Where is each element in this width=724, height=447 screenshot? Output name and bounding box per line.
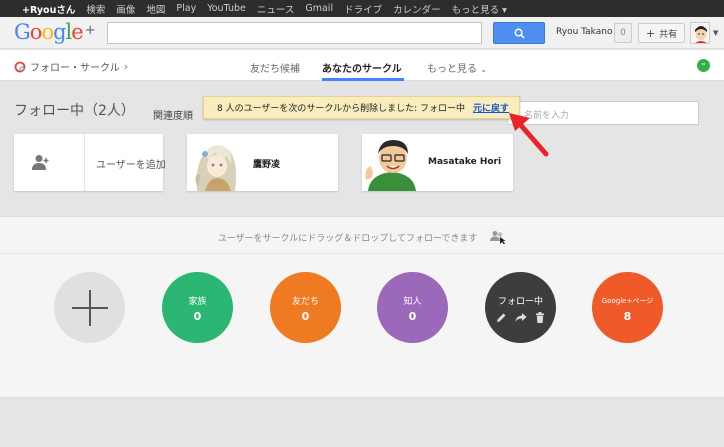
tab-more-label: もっと見る [427,64,477,75]
breadcrumb[interactable]: フォロー・サークル › [14,59,128,74]
sort-dropdown-label: 関連度順 [153,111,193,122]
person-card[interactable]: 鷹野凌 [187,134,338,191]
circles-drop-area: ユーザーをサークルにドラッグ＆ドロップしてフォローできます 家族 0 友だち 0… [0,216,724,398]
tab-your-circles[interactable]: あなたのサークル [322,60,402,75]
circle-name: 家族 [188,297,207,307]
person-avatar [187,134,245,191]
topbar-item-calendar[interactable]: カレンダー [393,2,441,16]
circle-name: フォロー中 [497,297,543,307]
tab-more[interactable]: もっと見る ⌄ [427,60,487,75]
circle-name: Google+ページ [601,297,654,305]
plus-icon-vertical [89,290,91,326]
search-input[interactable] [107,22,482,44]
share-button[interactable]: + 共有 [638,23,685,43]
topbar-item-images[interactable]: 画像 [116,2,135,16]
circle-friends[interactable]: 友だち 0 [270,272,341,343]
logo-plus: + [84,23,96,38]
add-user-card[interactable]: ユーザーを追加 [14,134,166,191]
circle-count: 0 [193,310,202,323]
user-name[interactable]: Ryou Takano [556,27,612,37]
share-arrow-icon[interactable] [515,312,527,323]
breadcrumb-label: フォロー・サークル [30,63,120,74]
circle-count: 0 [408,310,417,323]
search-button[interactable] [493,22,545,44]
card-divider [84,134,85,191]
topbar-item-search[interactable]: 検索 [86,2,105,16]
chevron-right-icon: › [123,60,129,73]
share-label: 共有 [659,29,678,40]
create-circle-button[interactable] [54,272,125,343]
sort-dropdown[interactable]: 関連度順 [153,107,193,122]
circle-tools [485,312,556,323]
account-menu-caret-icon[interactable]: ▼ [713,29,718,37]
circle-following[interactable]: フォロー中 [485,272,556,343]
undo-toast: 8 人のユーザーを次のサークルから削除しました: フォロー中 元に戻す [203,96,520,119]
hangouts-icon[interactable]: " [697,59,710,72]
page-title: フォロー中（2人） [14,103,135,119]
topbar-item-youtube[interactable]: YouTube [207,3,246,14]
topbar-item-news[interactable]: ニュース [257,2,295,16]
pencil-icon[interactable] [496,312,507,323]
avatar-image [691,23,709,43]
circle-name: 友だち [291,297,319,307]
toast-message: 8 人のユーザーを次のサークルから削除しました: フォロー中 [217,104,466,114]
page-background [0,398,724,447]
person-name: Masatake Hori [428,157,502,167]
sub-navigation: フォロー・サークル › 友だち候補 あなたのサークル もっと見る ⌄ " [0,50,724,81]
add-user-label: ユーザーを追加 [96,160,166,171]
search-icon [514,28,525,39]
active-tab-indicator [322,78,404,81]
person-name: 鷹野凌 [253,160,281,170]
circle-family[interactable]: 家族 0 [162,272,233,343]
drop-hint-text: ユーザーをサークルにドラッグ＆ドロップしてフォローできます [217,234,478,244]
divider [0,253,724,254]
person-card[interactable]: Masatake Hori [362,134,513,191]
circle-count: 8 [623,310,632,323]
plus-icon: + [645,26,656,40]
topbar-item-profile[interactable]: +Ryouさん [22,2,75,16]
circle-name: 知人 [403,297,422,307]
circle-google-pages[interactable]: Google+ページ 8 [592,272,663,343]
circle-acquaintances[interactable]: 知人 0 [377,272,448,343]
topbar-item-play[interactable]: Play [176,3,196,14]
topbar-item-more[interactable]: もっと見る ▾ [452,2,507,16]
people-drag-icon [490,231,506,244]
header: Google + Ryou Takano 0 + 共有 ▼ [0,17,724,49]
person-avatar [362,134,420,191]
topbar-item-drive[interactable]: ドライブ [344,2,382,16]
tab-suggestions[interactable]: 友だち候補 [250,60,300,75]
circle-count: 0 [301,310,310,323]
drop-hint: ユーザーをサークルにドラッグ＆ドロップしてフォローできます [0,230,724,244]
circles-icon [14,61,26,72]
topbar-item-gmail[interactable]: Gmail [305,3,333,14]
avatar[interactable] [690,22,710,44]
annotation-arrow-icon [509,113,549,157]
trash-icon[interactable] [535,312,545,323]
logo-text: Google [14,20,84,44]
chevron-down-icon: ⌄ [480,65,487,74]
google-plus-logo[interactable]: Google + [14,20,96,44]
undo-link[interactable]: 元に戻す [473,101,509,114]
topbar-item-maps[interactable]: 地図 [146,2,165,16]
add-person-icon [32,155,49,170]
notification-count[interactable]: 0 [614,23,632,43]
google-bar: +Ryouさん 検索 画像 地図 Play YouTube ニュース Gmail… [0,0,724,17]
